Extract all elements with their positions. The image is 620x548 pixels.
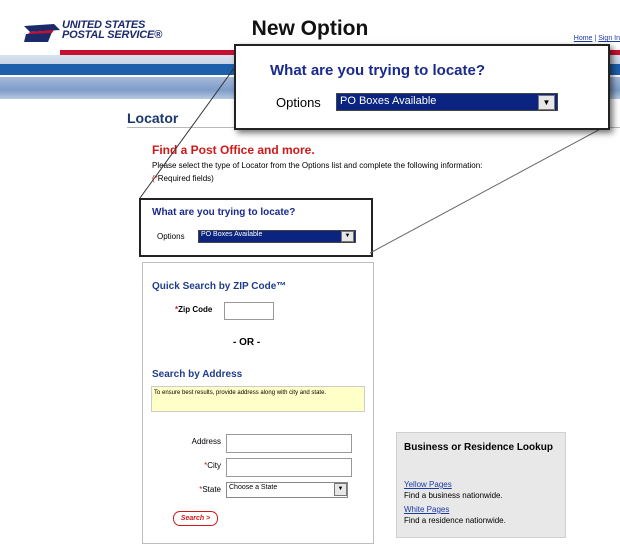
white-pages-description: Find a residence nationwide. — [404, 516, 506, 525]
state-select-value: Choose a State — [229, 484, 278, 491]
callout-locate-question: What are you trying to locate? — [270, 62, 486, 79]
callout-options-select-value: PO Boxes Available — [340, 95, 437, 107]
address-label: Address — [191, 437, 221, 446]
business-lookup-heading: Business or Residence Lookup — [404, 442, 553, 453]
quick-search-heading: Quick Search by ZIP Code™ — [152, 281, 287, 292]
address-tip-text: To ensure best results, provide address … — [154, 390, 327, 396]
zip-code-input[interactable] — [224, 302, 274, 320]
white-pages-link[interactable]: White Pages — [404, 505, 449, 514]
callout-chevron-down-icon[interactable]: ▼ — [538, 95, 555, 110]
yellow-pages-link[interactable]: Yellow Pages — [404, 480, 452, 489]
or-divider-text: - OR - — [233, 337, 261, 348]
state-chevron-down-icon[interactable]: ▼ — [334, 483, 347, 496]
state-label: *State — [199, 485, 221, 494]
city-label: *City — [204, 461, 221, 470]
yellow-pages-description: Find a business nationwide. — [404, 491, 503, 500]
zoom-callout-box — [234, 44, 610, 130]
search-by-address-heading: Search by Address — [152, 369, 243, 380]
search-button[interactable]: Search > — [173, 511, 218, 526]
address-input[interactable] — [226, 434, 352, 453]
city-input[interactable] — [226, 458, 352, 477]
callout-options-label: Options — [276, 95, 321, 110]
zip-code-label: *Zip Code — [175, 305, 213, 314]
